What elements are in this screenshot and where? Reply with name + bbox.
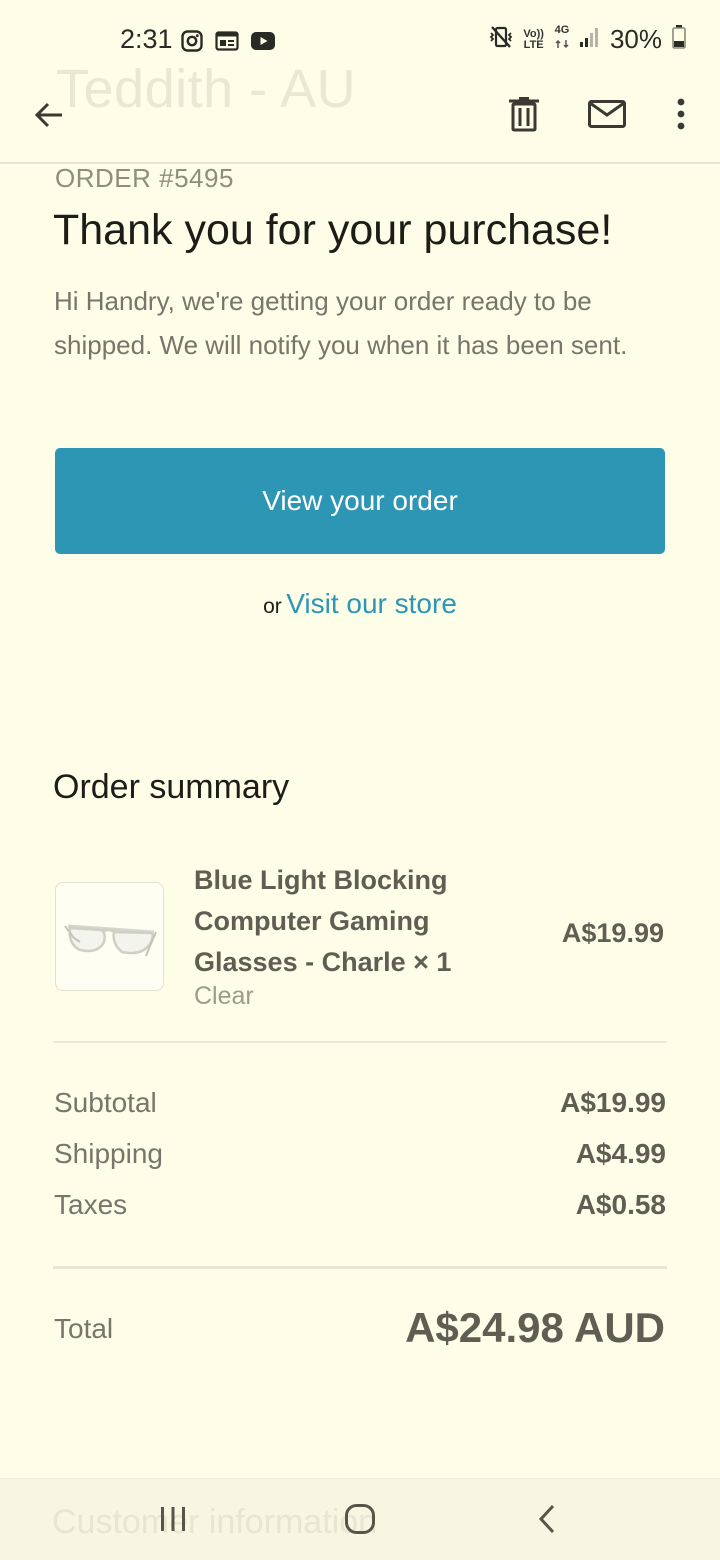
visit-store-line: or Visit our store — [0, 588, 720, 620]
more-options-icon — [677, 98, 685, 130]
cost-value: A$19.99 — [560, 1087, 666, 1118]
home-button[interactable] — [336, 1495, 384, 1543]
product-variant: Clear — [194, 982, 254, 1010]
next-section-heading: Customer information — [52, 1503, 378, 1541]
instagram-icon — [181, 30, 203, 57]
cost-value: A$0.58 — [575, 1189, 666, 1220]
4g-data-icon: 4G — [554, 25, 570, 54]
total-divider — [53, 1266, 667, 1269]
home-icon — [345, 1504, 375, 1534]
subtotal-row: Subtotal A$19.99 — [54, 1087, 666, 1127]
delete-icon — [509, 97, 539, 132]
system-indicators: Vo)) LTE 4G 30% — [489, 24, 686, 55]
system-nav-bar: Customer information — [0, 1478, 720, 1560]
youtube-icon — [251, 32, 275, 55]
delete-button[interactable] — [502, 92, 546, 136]
order-number: ORDER #5495 — [55, 163, 234, 193]
summary-divider — [53, 1041, 667, 1043]
nav-back-icon — [538, 1504, 555, 1534]
status-time: 2:31 — [120, 24, 173, 54]
recents-icon — [161, 1507, 185, 1531]
email-screen: 2:31 Vo)) LTE 4G 30% Teddith - AU ORDER … — [0, 0, 720, 1560]
cost-label: Subtotal — [54, 1087, 157, 1118]
mark-unread-icon — [588, 100, 626, 128]
back-icon — [34, 102, 62, 128]
or-text: or — [263, 595, 282, 618]
cost-value: A$4.99 — [575, 1138, 666, 1169]
view-order-button[interactable]: View your order — [55, 448, 665, 554]
product-name: Blue Light Blocking Computer Gaming Glas… — [194, 865, 452, 977]
notification-icons — [181, 30, 275, 57]
mute-vibrate-icon — [489, 25, 513, 54]
total-value: A$24.98 AUD — [405, 1304, 665, 1351]
app-bar — [0, 80, 720, 164]
cost-label: Shipping — [54, 1138, 163, 1169]
glasses-icon — [63, 924, 157, 956]
volte-icon: Vo)) LTE — [523, 27, 544, 51]
signal-icon — [579, 26, 600, 53]
mark-unread-button[interactable] — [584, 92, 630, 136]
product-thumbnail[interactable] — [55, 882, 164, 991]
nav-back-button[interactable] — [526, 1495, 568, 1543]
email-intro-text: Hi Handry, we're getting your order read… — [54, 286, 628, 360]
cost-label: Taxes — [54, 1189, 128, 1220]
product-price: A$19.99 — [561, 918, 664, 948]
back-button[interactable] — [26, 92, 72, 138]
total-label: Total — [54, 1313, 114, 1344]
battery-percent: 30% — [609, 24, 662, 54]
email-headline: Thank you for your purchase! — [53, 206, 613, 254]
shipping-row: Shipping A$4.99 — [54, 1138, 666, 1178]
recents-button[interactable] — [150, 1495, 196, 1543]
more-options-button[interactable] — [664, 92, 698, 136]
news-icon — [215, 31, 239, 56]
battery-icon — [672, 25, 686, 54]
taxes-row: Taxes A$0.58 — [54, 1189, 666, 1229]
order-summary-title: Order summary — [53, 768, 290, 806]
visit-store-link[interactable]: Visit our store — [286, 588, 457, 619]
